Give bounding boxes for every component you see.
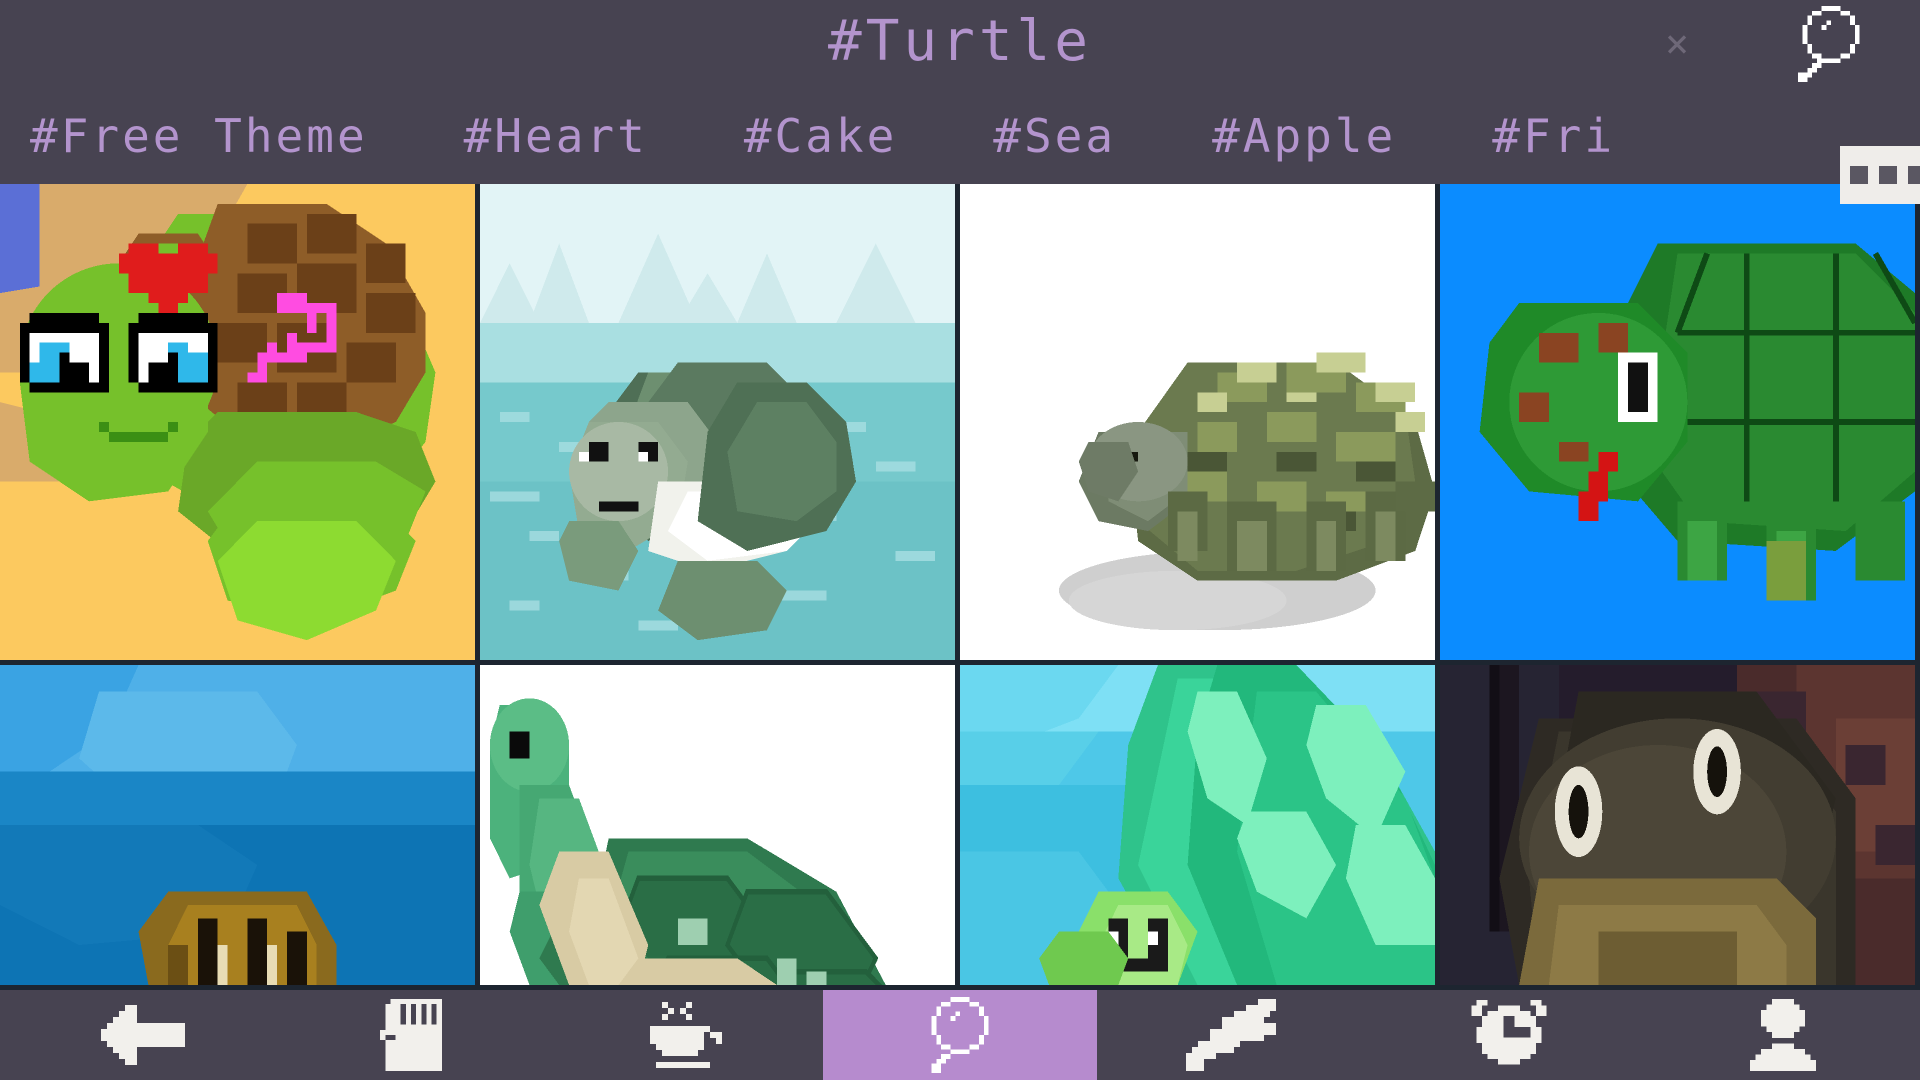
- nav-activity[interactable]: [1097, 990, 1371, 1080]
- person-icon: [1749, 999, 1817, 1071]
- tag-heart[interactable]: #Heart: [368, 88, 648, 184]
- tile-swimming-turtle-lake[interactable]: [480, 184, 960, 665]
- tag-free-theme[interactable]: #Free Theme: [0, 88, 368, 184]
- bottom-navigation-bar: [0, 990, 1920, 1080]
- lightning-bolt-icon: [1186, 999, 1277, 1071]
- nav-cafe[interactable]: [549, 990, 823, 1080]
- nav-back[interactable]: [0, 990, 274, 1080]
- back-arrow-icon: [101, 1005, 186, 1065]
- memory-card-icon: [380, 999, 443, 1071]
- more-dots-icon[interactable]: [1840, 146, 1920, 204]
- tag-sea[interactable]: #Sea: [897, 88, 1116, 184]
- header: #Turtle × #Free Theme #Heart #Cake #Sea …: [0, 0, 1920, 204]
- tile-sea-turtle-teal[interactable]: [960, 665, 1440, 990]
- dot-1: [1850, 166, 1868, 184]
- tile-tortoise-white[interactable]: [960, 184, 1440, 665]
- nav-alarm[interactable]: [1371, 990, 1645, 1080]
- dot-3: [1908, 166, 1920, 184]
- dot-2: [1879, 166, 1897, 184]
- tag-filter-row[interactable]: #Free Theme #Heart #Cake #Sea #Apple #Fri: [0, 88, 1920, 184]
- nav-search[interactable]: [822, 990, 1098, 1080]
- page-title: #Turtle: [827, 9, 1092, 74]
- title-row: #Turtle ×: [0, 0, 1920, 94]
- tile-turtle-night[interactable]: [1440, 665, 1920, 990]
- nav-profile[interactable]: [1646, 990, 1920, 1080]
- coffee-cup-icon: [649, 1002, 722, 1068]
- alarm-clock-icon: [1470, 1000, 1547, 1065]
- magnifier-icon: [931, 997, 989, 1073]
- app-root: #Turtle × #Free Theme #Heart #Cake #Sea …: [0, 0, 1920, 1080]
- close-button[interactable]: ×: [1655, 22, 1699, 66]
- nav-gallery[interactable]: [274, 990, 548, 1080]
- tag-cake[interactable]: #Cake: [648, 88, 897, 184]
- image-results-grid: [0, 184, 1920, 990]
- tile-green-sea-turtle[interactable]: [480, 665, 960, 990]
- tile-turtle-dark-water[interactable]: [0, 665, 480, 990]
- tag-apple[interactable]: #Apple: [1116, 88, 1396, 184]
- tile-turtle-blue-bg[interactable]: [1440, 184, 1920, 665]
- tile-cute-turtle-beach[interactable]: [0, 184, 480, 665]
- tag-friend-truncated[interactable]: #Fri: [1396, 88, 1615, 184]
- search-icon[interactable]: [1790, 6, 1872, 82]
